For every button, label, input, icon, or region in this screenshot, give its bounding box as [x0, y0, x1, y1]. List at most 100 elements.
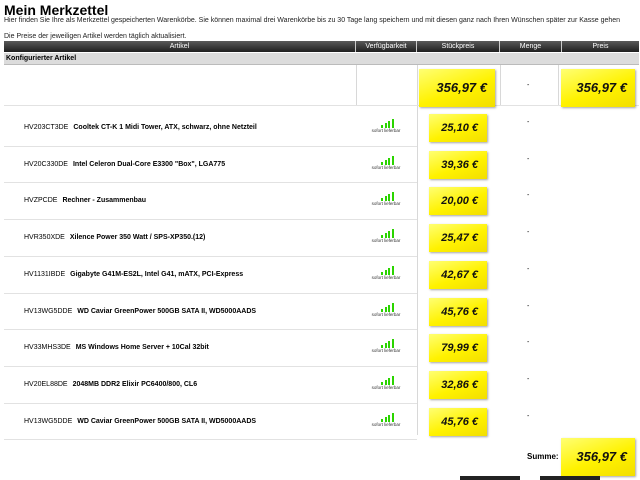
row-divider — [4, 439, 417, 441]
availability-indicator: sofort lieferbar — [369, 155, 403, 172]
header-artikel: Artikel — [4, 41, 356, 52]
availability-indicator: sofort lieferbar — [369, 302, 403, 319]
table-header: Artikel Verfügbarkeit Stückpreis Menge P… — [4, 41, 639, 52]
signal-bar — [391, 155, 394, 165]
row-divider — [4, 145, 417, 147]
table-row-article: HV20C330DE Intel Celeron Dual-Core E3300 … — [24, 161, 225, 168]
unit-price-note: 45,76 € — [429, 297, 487, 326]
signal-bar — [391, 302, 394, 312]
availability-label: sofort lieferbar — [371, 384, 401, 390]
action-button[interactable] — [540, 476, 600, 480]
availability-label: sofort lieferbar — [371, 311, 401, 317]
item-quantity: - — [527, 155, 530, 163]
table-row-article: HVR350XDE Xilence Power 350 Watt / SPS-XP… — [24, 234, 205, 241]
unit-price-note: 79,99 € — [429, 334, 487, 363]
row-divider — [4, 365, 417, 367]
action-button[interactable] — [460, 476, 520, 480]
article-code: HV20C330DE — [24, 160, 68, 168]
availability-label: sofort lieferbar — [371, 348, 401, 354]
item-quantity: - — [527, 412, 530, 420]
availability-indicator: sofort lieferbar — [369, 119, 403, 135]
unit-price-note: 32,86 € — [429, 370, 487, 399]
header-verfuegbarkeit: Verfügbarkeit — [356, 41, 417, 52]
signal-bars-icon — [381, 302, 395, 312]
article-code: HVZPCDE — [24, 197, 58, 205]
header-menge: Menge — [500, 41, 562, 52]
table-row-article: HV13WG5DDE WD Caviar GreenPower 500GB SAT… — [24, 418, 256, 425]
article-name[interactable]: Xilence Power 350 Watt / SPS-XP350.(12) — [70, 234, 206, 241]
table-row-article: HV203CT3DE Cooltek CT-K 1 Midi Tower, ATX… — [24, 124, 257, 131]
article-code: HV1131IBDE — [24, 270, 66, 278]
availability-label: sofort lieferbar — [371, 274, 401, 280]
signal-bar — [388, 377, 390, 385]
article-name[interactable]: MS Windows Home Server + 10Cal 32bit — [76, 344, 209, 351]
page-title: Mein Merkzettel — [4, 2, 109, 18]
article-code: HVR350XDE — [24, 234, 65, 242]
signal-bar — [391, 192, 394, 202]
signal-bar — [391, 339, 394, 349]
availability-label: sofort lieferbar — [371, 128, 401, 133]
availability-label: sofort lieferbar — [371, 164, 401, 170]
article-name[interactable]: Cooltek CT-K 1 Midi Tower, ATX, schwarz,… — [73, 124, 256, 131]
signal-bar — [388, 267, 390, 275]
article-code: HV13WG5DDE — [24, 307, 73, 315]
config-total-price-note: 356,97 € — [561, 69, 635, 107]
signal-bar — [391, 119, 394, 128]
section-konfigurierter-artikel: Konfigurierter Artikel — [4, 53, 639, 65]
article-name[interactable]: WD Caviar GreenPower 500GB SATA II, WD50… — [77, 418, 256, 425]
signal-bars-icon — [381, 155, 395, 165]
signal-bar — [391, 412, 394, 422]
row-divider — [4, 105, 639, 106]
availability-indicator: sofort lieferbar — [369, 375, 403, 392]
unit-price-note: 20,00 € — [429, 187, 487, 216]
price-note: Die Preise der jeweiligen Artikel werden… — [4, 33, 187, 40]
signal-bar — [388, 121, 390, 128]
signal-bar — [388, 414, 390, 422]
item-quantity: - — [527, 229, 530, 237]
article-name[interactable]: 2048MB DDR2 Elixir PC6400/800, CL6 — [73, 381, 198, 388]
signal-bars-icon — [381, 265, 395, 275]
item-quantity: - — [527, 119, 530, 126]
availability-indicator: sofort lieferbar — [369, 339, 403, 355]
grid-line — [417, 65, 418, 435]
signal-bars-icon — [381, 375, 395, 385]
unit-price-note: 39,36 € — [429, 150, 487, 179]
item-quantity: - — [527, 265, 530, 273]
article-name[interactable]: WD Caviar GreenPower 500GB SATA II, WD50… — [77, 308, 256, 315]
table-row-article: HV13WG5DDE WD Caviar GreenPower 500GB SAT… — [24, 308, 256, 315]
availability-label: sofort lieferbar — [371, 421, 401, 427]
article-code: HV203CT3DE — [24, 124, 69, 131]
article-code: HV13WG5DDE — [24, 417, 73, 425]
unit-price-note: 25,47 € — [429, 224, 487, 253]
item-quantity: - — [527, 192, 530, 200]
signal-bars-icon — [381, 412, 395, 422]
header-stueckpreis: Stückpreis — [417, 41, 500, 52]
signal-bar — [391, 229, 394, 239]
signal-bar — [388, 157, 390, 165]
config-unit-price-note: 356,97 € — [419, 69, 495, 107]
signal-bars-icon — [381, 339, 395, 349]
unit-price-note: 25,10 € — [429, 114, 487, 142]
intro-text: Hier finden Sie Ihre als Merkzettel gesp… — [4, 17, 621, 24]
grid-line — [356, 65, 357, 105]
row-divider — [4, 292, 417, 294]
availability-indicator: sofort lieferbar — [369, 192, 403, 208]
article-name[interactable]: Intel Celeron Dual-Core E3300 "Box", LGA… — [73, 161, 225, 168]
article-code: HV33MHS3DE — [24, 344, 71, 352]
signal-bars-icon — [381, 119, 395, 128]
signal-bar — [388, 194, 390, 202]
article-name[interactable]: Rechner - Zusammenbau — [62, 197, 146, 204]
item-quantity: - — [527, 339, 530, 347]
table-row-article: HV33MHS3DE MS Windows Home Server + 10Cal… — [24, 344, 209, 351]
availability-indicator: sofort lieferbar — [369, 412, 403, 429]
article-name[interactable]: Gigabyte G41M-ES2L, Intel G41, mATX, PCI… — [70, 271, 243, 278]
row-divider — [4, 182, 417, 184]
signal-bars-icon — [381, 192, 395, 202]
table-row-article: HV1131IBDE Gigabyte G41M-ES2L, Intel G41,… — [24, 271, 243, 278]
table-row-article: HV20EL88DE 2048MB DDR2 Elixir PC6400/800,… — [24, 381, 197, 388]
signal-bars-icon — [381, 229, 395, 239]
signal-bar — [391, 265, 394, 275]
article-code: HV20EL88DE — [24, 380, 68, 388]
row-divider — [4, 255, 417, 257]
availability-indicator: sofort lieferbar — [369, 265, 403, 282]
